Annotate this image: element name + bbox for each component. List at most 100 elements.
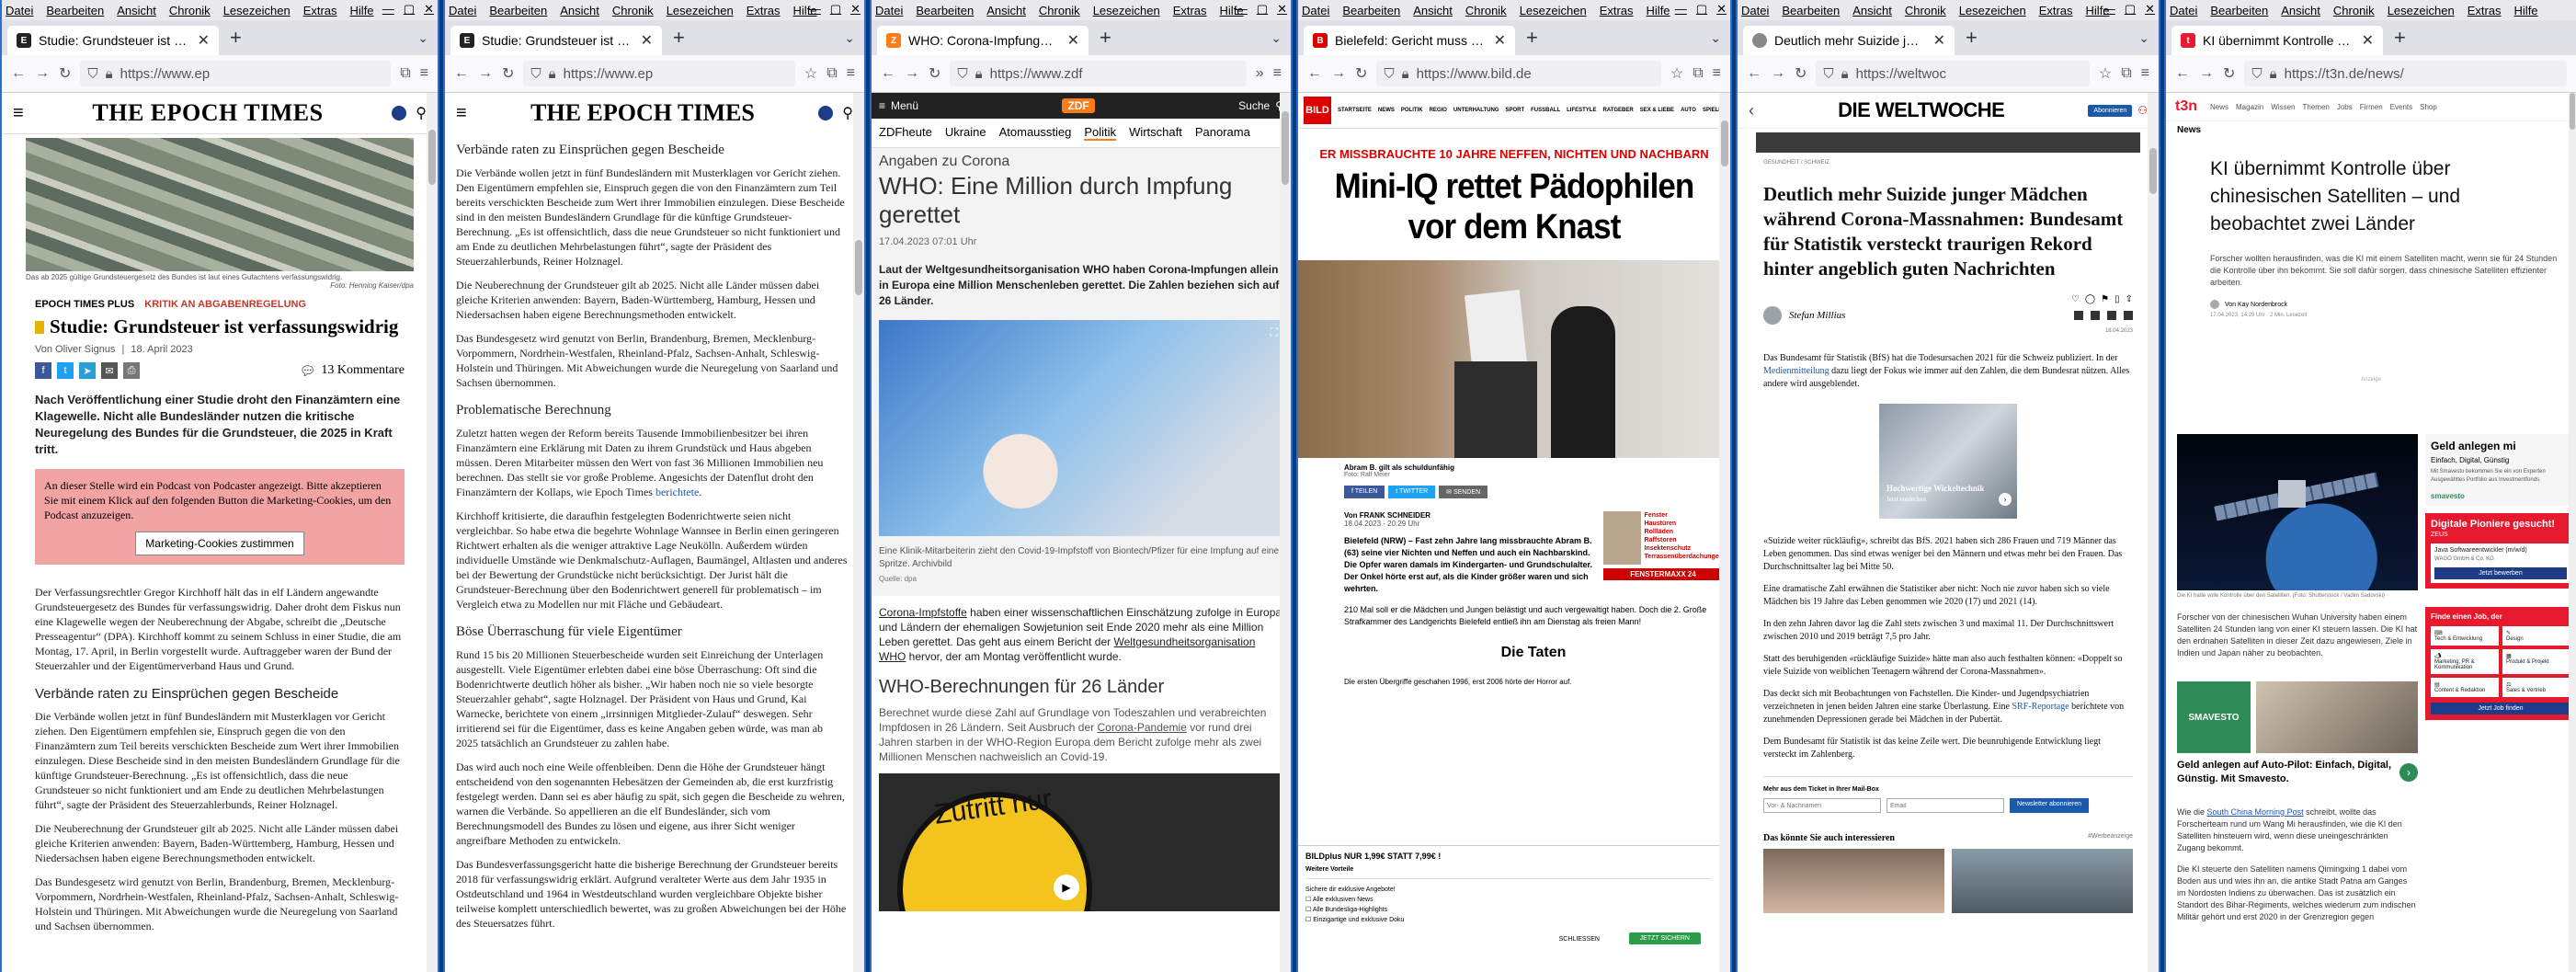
- menu-ansicht[interactable]: Ansicht: [1852, 4, 1892, 17]
- site-logo[interactable]: THE EPOCH TIMES: [24, 99, 393, 127]
- new-tab-icon[interactable]: +: [1521, 26, 1544, 55]
- search-icon[interactable]: ⚲: [416, 104, 427, 122]
- menu-datei[interactable]: Datei: [6, 4, 33, 17]
- nav-item[interactable]: Themen: [2303, 103, 2330, 111]
- menu-bearbeiten[interactable]: Bearbeiten: [916, 4, 974, 17]
- nav-item[interactable]: Shop: [2420, 103, 2437, 111]
- menu-icon[interactable]: ≡: [1273, 65, 1282, 82]
- hamburger-icon[interactable]: ≡: [879, 99, 885, 112]
- url-bar[interactable]: ⛉ 🔒︎ https://www.ep: [80, 61, 392, 86]
- hamburger-icon[interactable]: ≡: [13, 103, 24, 124]
- menu-chronik[interactable]: Chronik: [2333, 4, 2375, 17]
- close-tab-icon[interactable]: ✕: [1933, 31, 1945, 50]
- inline-link[interactable]: Corona-Impfstoffe: [879, 606, 967, 619]
- chevron-down-icon[interactable]: ⌄: [835, 30, 864, 55]
- inline-link[interactable]: South China Morning Post: [2207, 807, 2304, 817]
- breadcrumb[interactable]: GESUNDHEIT / SCHWEIZ: [1763, 160, 2133, 166]
- job-category[interactable]: 📣︎ Marketing, PR & Kommunikation: [2431, 649, 2499, 674]
- nav-item[interactable]: UNTERHALTUNG: [1453, 108, 1499, 113]
- reload-icon[interactable]: ↻: [2223, 64, 2235, 83]
- menu-hilfe[interactable]: Hilfe: [2514, 4, 2538, 17]
- url-bar[interactable]: ⛉ 🔒︎ https://www.bild.de: [1376, 61, 1661, 86]
- menu-ansicht[interactable]: Ansicht: [117, 4, 156, 17]
- scrollbar[interactable]: [853, 93, 864, 972]
- menu-extras[interactable]: Extras: [1173, 4, 1207, 17]
- chevron-down-icon[interactable]: ⌄: [1701, 30, 1730, 55]
- menu-bearbeiten[interactable]: Bearbeiten: [1342, 4, 1400, 17]
- menu-icon[interactable]: ≡: [420, 65, 428, 82]
- site-logo[interactable]: THE EPOCH TIMES: [467, 99, 819, 127]
- hamburger-icon[interactable]: ≡: [456, 103, 467, 124]
- forward-icon[interactable]: →: [1771, 65, 1785, 82]
- close-tab-icon[interactable]: ✕: [2362, 31, 2374, 50]
- comment-icon[interactable]: 💬︎: [300, 363, 316, 379]
- nav-item[interactable]: RATGEBER: [1602, 108, 1633, 113]
- avatar[interactable]: [1763, 306, 1782, 325]
- minimize-icon[interactable]: —: [1236, 2, 1248, 17]
- share-icon[interactable]: ⇪: [2126, 294, 2133, 304]
- menu-extras[interactable]: Extras: [303, 4, 337, 17]
- menu-datei[interactable]: Datei: [1302, 4, 1329, 17]
- maximize-icon[interactable]: ▢: [2125, 2, 2136, 17]
- menu-chronik[interactable]: Chronik: [169, 4, 211, 17]
- menu-extras[interactable]: Extras: [747, 4, 781, 17]
- minimize-icon[interactable]: —: [2103, 2, 2115, 17]
- heart-icon[interactable]: ♡: [2071, 294, 2080, 304]
- nav-item[interactable]: AUTO: [1681, 108, 1696, 113]
- nav-item[interactable]: SPORT: [1505, 108, 1524, 113]
- apply-button[interactable]: Jetzt bewerben: [2434, 567, 2567, 579]
- menu-extras[interactable]: Extras: [2039, 4, 2073, 17]
- menu-extras[interactable]: Extras: [2468, 4, 2502, 17]
- menu-chronik[interactable]: Chronik: [1039, 4, 1080, 17]
- promo-close-button[interactable]: SCHLIESSEN: [1559, 936, 1600, 943]
- email-icon[interactable]: ✉: [101, 362, 118, 379]
- nav-item[interactable]: Events: [2390, 103, 2412, 111]
- email-icon[interactable]: [2107, 311, 2116, 320]
- flag-icon[interactable]: ⚑: [2101, 294, 2109, 304]
- forward-icon[interactable]: →: [905, 65, 919, 82]
- job-category[interactable]: ▤ Content & Redaktion: [2431, 678, 2499, 697]
- menu-ansicht[interactable]: Ansicht: [986, 4, 1026, 17]
- newsletter-email-input[interactable]: [1886, 798, 2004, 813]
- nav-item[interactable]: SEX & LIEBE: [1640, 108, 1674, 113]
- nav-item-politik[interactable]: Politik: [1084, 125, 1117, 141]
- job-category[interactable]: ✎ Design: [2502, 626, 2570, 646]
- job-category[interactable]: ⌨ Tech & Entwicklung: [2431, 626, 2499, 646]
- menu-bearbeiten[interactable]: Bearbeiten: [46, 4, 104, 17]
- twitter-icon[interactable]: [2091, 311, 2100, 320]
- menu-datei[interactable]: Datei: [1741, 4, 1769, 17]
- nav-item-ukraine[interactable]: Ukraine: [945, 125, 986, 141]
- menu-icon[interactable]: ≡: [2141, 65, 2149, 82]
- author[interactable]: Von Kay Nordenbrock: [2225, 302, 2287, 308]
- nav-item-zdfheute[interactable]: ZDFheute: [879, 125, 932, 141]
- nav-item-wirtschaft[interactable]: Wirtschaft: [1129, 125, 1182, 141]
- url-bar[interactable]: ⛉ 🔒︎ https://t3n.de/news/: [2244, 61, 2567, 86]
- find-job-button[interactable]: Jetzt Job finden: [2431, 703, 2570, 715]
- search-label[interactable]: Suche: [1238, 99, 1270, 112]
- back-icon[interactable]: ←: [1307, 65, 1322, 82]
- new-tab-icon[interactable]: +: [667, 26, 690, 55]
- reload-icon[interactable]: ↻: [502, 64, 514, 83]
- share-facebook-button[interactable]: f TEILEN: [1344, 486, 1385, 498]
- t3n-logo[interactable]: t3n: [2175, 98, 2197, 115]
- newsletter-name-input[interactable]: [1763, 798, 1881, 813]
- chevron-right-icon[interactable]: ›: [2399, 763, 2418, 782]
- bookmark-icon[interactable]: ▯: [2114, 294, 2120, 304]
- nav-item[interactable]: News: [2210, 103, 2228, 111]
- new-tab-icon[interactable]: +: [1960, 26, 1983, 55]
- back-icon[interactable]: ←: [881, 65, 895, 82]
- author[interactable]: Stefan Millius: [1789, 310, 1845, 321]
- menu-ansicht[interactable]: Ansicht: [560, 4, 599, 17]
- tab-active[interactable]: Deutlich mehr Suizide junger M ✕: [1743, 26, 1955, 55]
- maximize-icon[interactable]: ▢: [830, 2, 841, 17]
- menu-extras[interactable]: Extras: [1600, 4, 1634, 17]
- back-icon[interactable]: ←: [1747, 65, 1761, 82]
- menu-lesezeichen[interactable]: Lesezeichen: [1959, 4, 2026, 17]
- account-icon[interactable]: [392, 106, 407, 120]
- menu-hilfe[interactable]: Hilfe: [350, 4, 374, 17]
- side-ad-jobs[interactable]: Digitale Pioniere gesucht! ZEUS Java Sof…: [2425, 513, 2576, 589]
- inline-link[interactable]: Medienmitteilung: [1763, 366, 1829, 376]
- minimize-icon[interactable]: —: [809, 2, 821, 17]
- menu-chronik[interactable]: Chronik: [612, 4, 654, 17]
- reload-icon[interactable]: ↻: [929, 64, 940, 83]
